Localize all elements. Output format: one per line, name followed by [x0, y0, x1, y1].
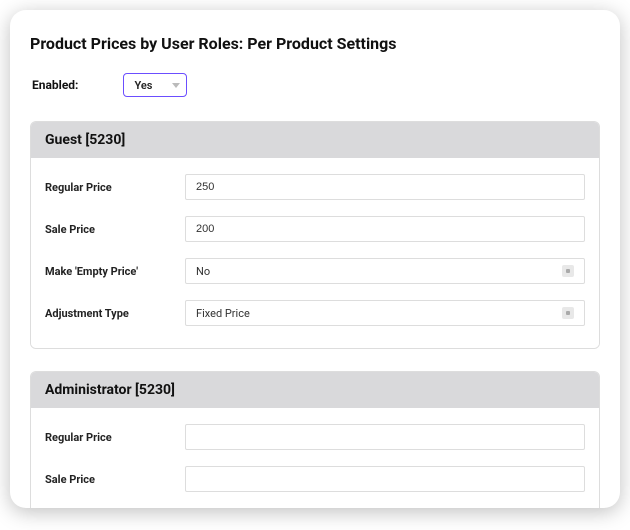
field-row: Make 'Empty Price' No	[45, 250, 585, 292]
field-label-sale-price: Sale Price	[45, 473, 185, 486]
regular-price-input[interactable]	[185, 424, 585, 450]
field-label-empty-price: Make 'Empty Price'	[45, 265, 185, 278]
empty-price-select[interactable]: No	[185, 258, 585, 284]
role-body-guest: Regular Price Sale Price Make 'Empty Pri…	[31, 158, 599, 348]
role-header-guest: Guest [5230]	[31, 122, 599, 158]
role-panel-guest: Guest [5230] Regular Price Sale Price Ma…	[30, 121, 600, 349]
enabled-row: Enabled: Yes	[30, 73, 600, 97]
dropdown-icon	[562, 265, 574, 277]
page-title: Product Prices by User Roles: Per Produc…	[30, 34, 600, 53]
regular-price-input[interactable]	[185, 174, 585, 200]
sale-price-input[interactable]	[185, 466, 585, 492]
field-row: Sale Price	[45, 208, 585, 250]
role-panel-administrator: Administrator [5230] Regular Price Sale …	[30, 371, 600, 508]
field-row: Sale Price	[45, 458, 585, 500]
enabled-value: Yes	[134, 79, 152, 92]
field-row: Regular Price	[45, 416, 585, 458]
field-row: Regular Price No	[45, 500, 585, 508]
field-label-sale-price: Sale Price	[45, 223, 185, 236]
role-body-administrator: Regular Price Sale Price Regular Price N…	[31, 408, 599, 508]
field-label-adjustment-type: Adjustment Type	[45, 307, 185, 320]
settings-panel: Product Prices by User Roles: Per Produc…	[10, 10, 620, 508]
field-row: Regular Price	[45, 166, 585, 208]
select-value: Fixed Price	[196, 307, 250, 320]
field-row: Adjustment Type Fixed Price	[45, 292, 585, 334]
chevron-down-icon	[172, 83, 180, 88]
role-header-administrator: Administrator [5230]	[31, 372, 599, 408]
field-label-regular-price: Regular Price	[45, 181, 185, 194]
enabled-label: Enabled:	[32, 78, 78, 92]
dropdown-icon	[562, 307, 574, 319]
adjustment-type-select[interactable]: Fixed Price	[185, 300, 585, 326]
select-value: No	[196, 265, 210, 278]
sale-price-input[interactable]	[185, 216, 585, 242]
field-label-regular-price: Regular Price	[45, 431, 185, 444]
enabled-select[interactable]: Yes	[123, 73, 187, 97]
